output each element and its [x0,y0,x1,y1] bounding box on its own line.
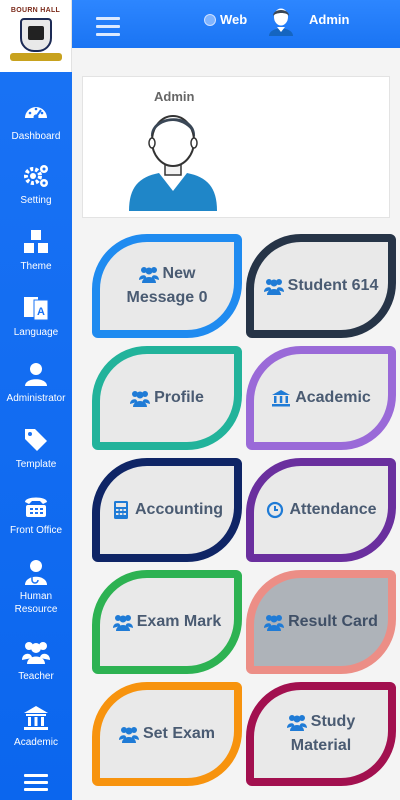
profile-tile[interactable]: Profile [92,346,242,450]
language-icon: A [24,297,49,321]
sidebar-item-label: Dashboard [11,131,61,142]
users-icon [264,615,285,631]
dashboard-icon [25,107,47,120]
users-icon [22,642,50,664]
sidebar-item-theme[interactable]: Theme [0,228,72,273]
top-bar: Web Admin [72,0,400,48]
academic-tile[interactable]: Academic [246,346,396,450]
clock-icon [267,501,284,519]
sidebar-item-label: Front Office [9,525,63,536]
sidebar-item-administrator[interactable]: Administrator [0,360,72,405]
sidebar-more-menu-icon[interactable] [24,774,48,792]
web-link[interactable]: Web [204,12,247,27]
svg-text:A: A [37,306,45,318]
users-icon [263,279,284,295]
sidebar-item-academic[interactable]: Academic [0,704,72,749]
tags-icon [25,429,47,451]
tile-label-line2: Material [290,737,352,754]
user-md-icon [25,560,47,585]
sidebar-item-label: Setting [20,195,52,206]
tile-label-line1: New [162,265,196,282]
school-logo[interactable]: BOURN HALL [0,0,72,72]
sidebar-item-teacher[interactable]: Teacher [0,638,72,683]
calculator-icon [114,501,128,519]
profile-name: Admin [154,89,195,104]
logo-emblem: BOURN HALL [7,5,65,67]
sidebar-item-label: Human Resource [14,591,58,615]
users-icon [130,391,151,407]
set-exam-tile[interactable]: Set Exam [92,682,242,786]
sidebar-item-label: Theme [20,261,52,272]
tile-label: Student 614 [287,277,379,294]
tile-label-line1: Study [310,713,356,730]
users-icon [286,715,307,731]
users-icon [118,727,139,743]
tile-label: Profile [154,389,204,406]
exam-mark-tile[interactable]: Exam Mark [92,570,242,674]
sidebar-item-label: Teacher [18,671,54,682]
users-icon [112,615,133,631]
web-label: Web [220,12,248,27]
hamburger-menu-icon[interactable] [96,17,120,37]
profile-card: Admin [82,76,390,218]
sidebar-item-label: Language [13,327,59,338]
sidebar-item-label: Academic [14,737,58,748]
result-card-tile[interactable]: Result Card [246,570,396,674]
student-tile[interactable]: Student 614 [246,234,396,338]
sidebar-item-setting[interactable]: Setting [0,162,72,207]
sidebar-item-dashboard[interactable]: Dashboard [0,98,72,143]
study-material-tile[interactable]: Study Material [246,682,396,786]
users-icon [138,267,159,283]
admin-menu-label[interactable]: Admin [309,12,349,27]
sidebar-item-template[interactable]: Template [0,426,72,471]
tile-label: Set Exam [142,725,216,742]
bank-icon [272,390,291,407]
sidebar-item-label: Template [15,459,57,470]
tile-label: Accounting [135,501,223,518]
user-avatar-icon[interactable] [268,6,294,36]
user-icon [25,363,47,386]
sidebar: BOURN HALL Dashboard Setting Theme A Lan… [0,0,72,800]
tile-label: Attendance [289,501,377,518]
attendance-tile[interactable]: Attendance [246,458,396,562]
globe-icon [204,13,216,26]
tile-label: Result Card [288,613,378,630]
tile-label: Exam Mark [136,613,222,630]
cubes-icon [24,230,48,253]
bank-icon [24,706,48,730]
tile-label: Academic [295,389,371,406]
sidebar-item-label: Administrator [6,393,66,404]
new-message-tile[interactable]: New Message 0 [92,234,242,338]
fax-icon [25,497,47,517]
logo-text: BOURN HALL [10,7,61,14]
sidebar-item-front-office[interactable]: Front Office [0,492,72,537]
tile-label-line2: Message 0 [126,289,208,306]
profile-avatar [129,115,217,211]
sidebar-item-human-resource[interactable]: Human Resource [0,558,72,616]
sidebar-item-language[interactable]: A Language [0,294,72,339]
accounting-tile[interactable]: Accounting [92,458,242,562]
gears-icon [24,165,48,187]
